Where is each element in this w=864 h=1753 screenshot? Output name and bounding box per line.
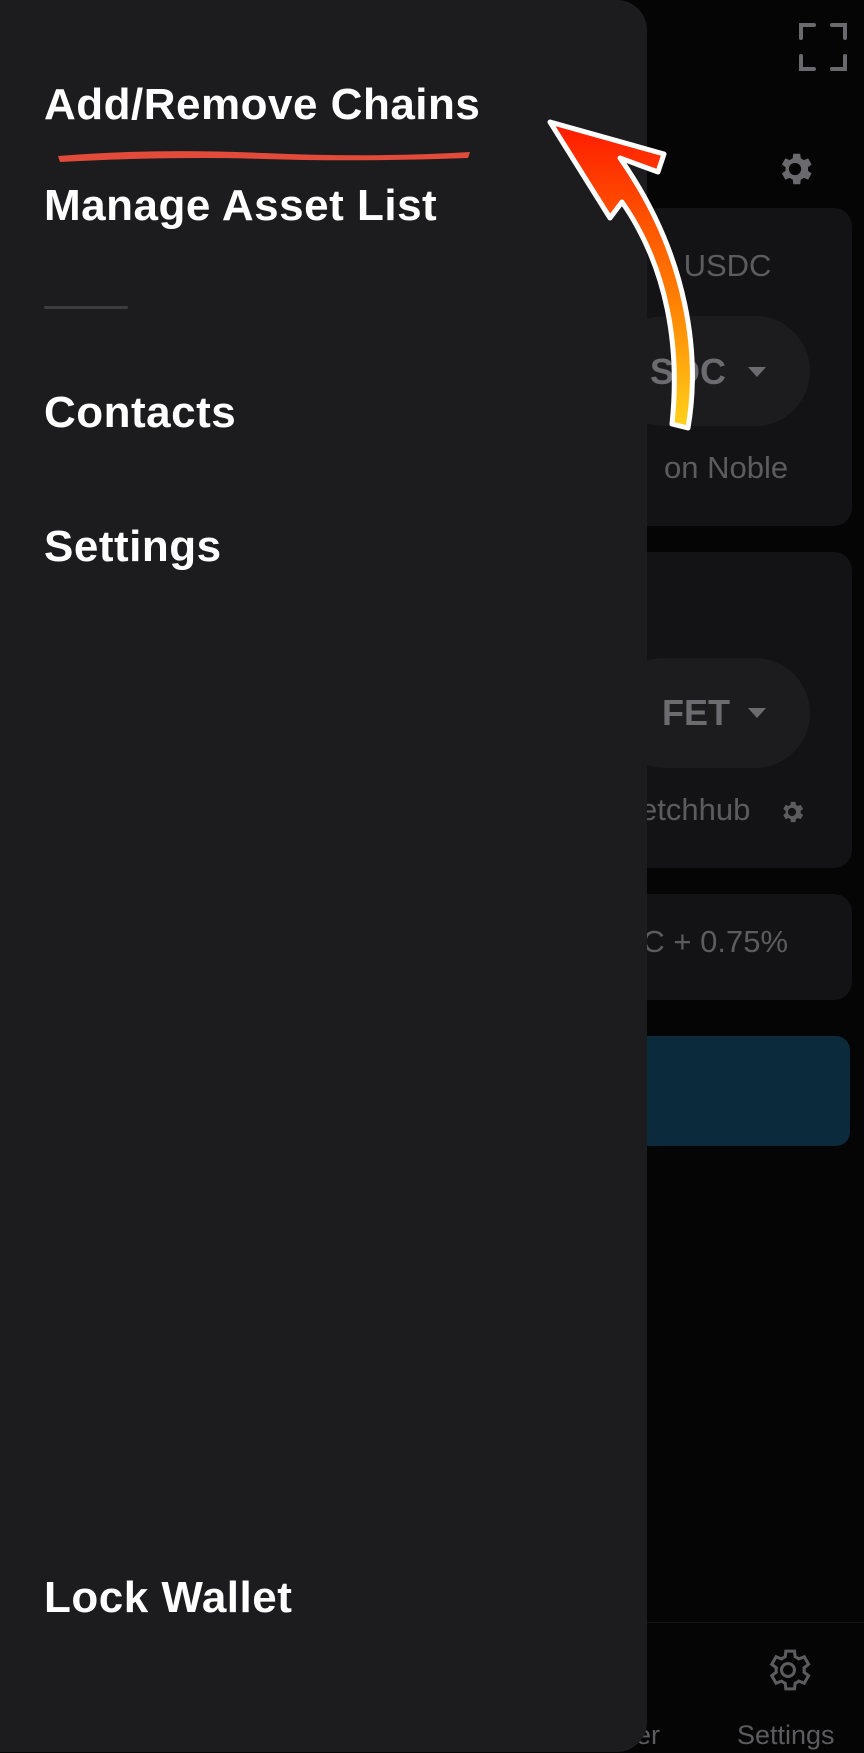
network-label-from: on Noble [664,450,789,485]
gear-icon[interactable] [774,148,816,190]
chevron-down-icon [748,708,766,718]
settings-icon[interactable] [762,1644,814,1696]
menu-divider [44,306,128,309]
gear-icon[interactable] [778,798,806,826]
chevron-down-icon [748,367,766,377]
asset-selector-to-label: FET [662,692,730,733]
pointer-arrow-icon [547,119,695,431]
scan-icon[interactable] [798,22,848,72]
menu-item-add-remove-chains[interactable]: Add/Remove Chains [44,80,480,130]
network-label-to: etchhub [640,792,751,827]
menu-item-lock-wallet[interactable]: Lock Wallet [44,1573,292,1623]
menu-item-manage-asset-list[interactable]: Manage Asset List [44,181,437,231]
nav-item-settings-label[interactable]: Settings [737,1720,835,1751]
highlight-underline [58,151,470,162]
menu-item-settings[interactable]: Settings [44,522,222,572]
menu-item-contacts[interactable]: Contacts [44,388,236,438]
